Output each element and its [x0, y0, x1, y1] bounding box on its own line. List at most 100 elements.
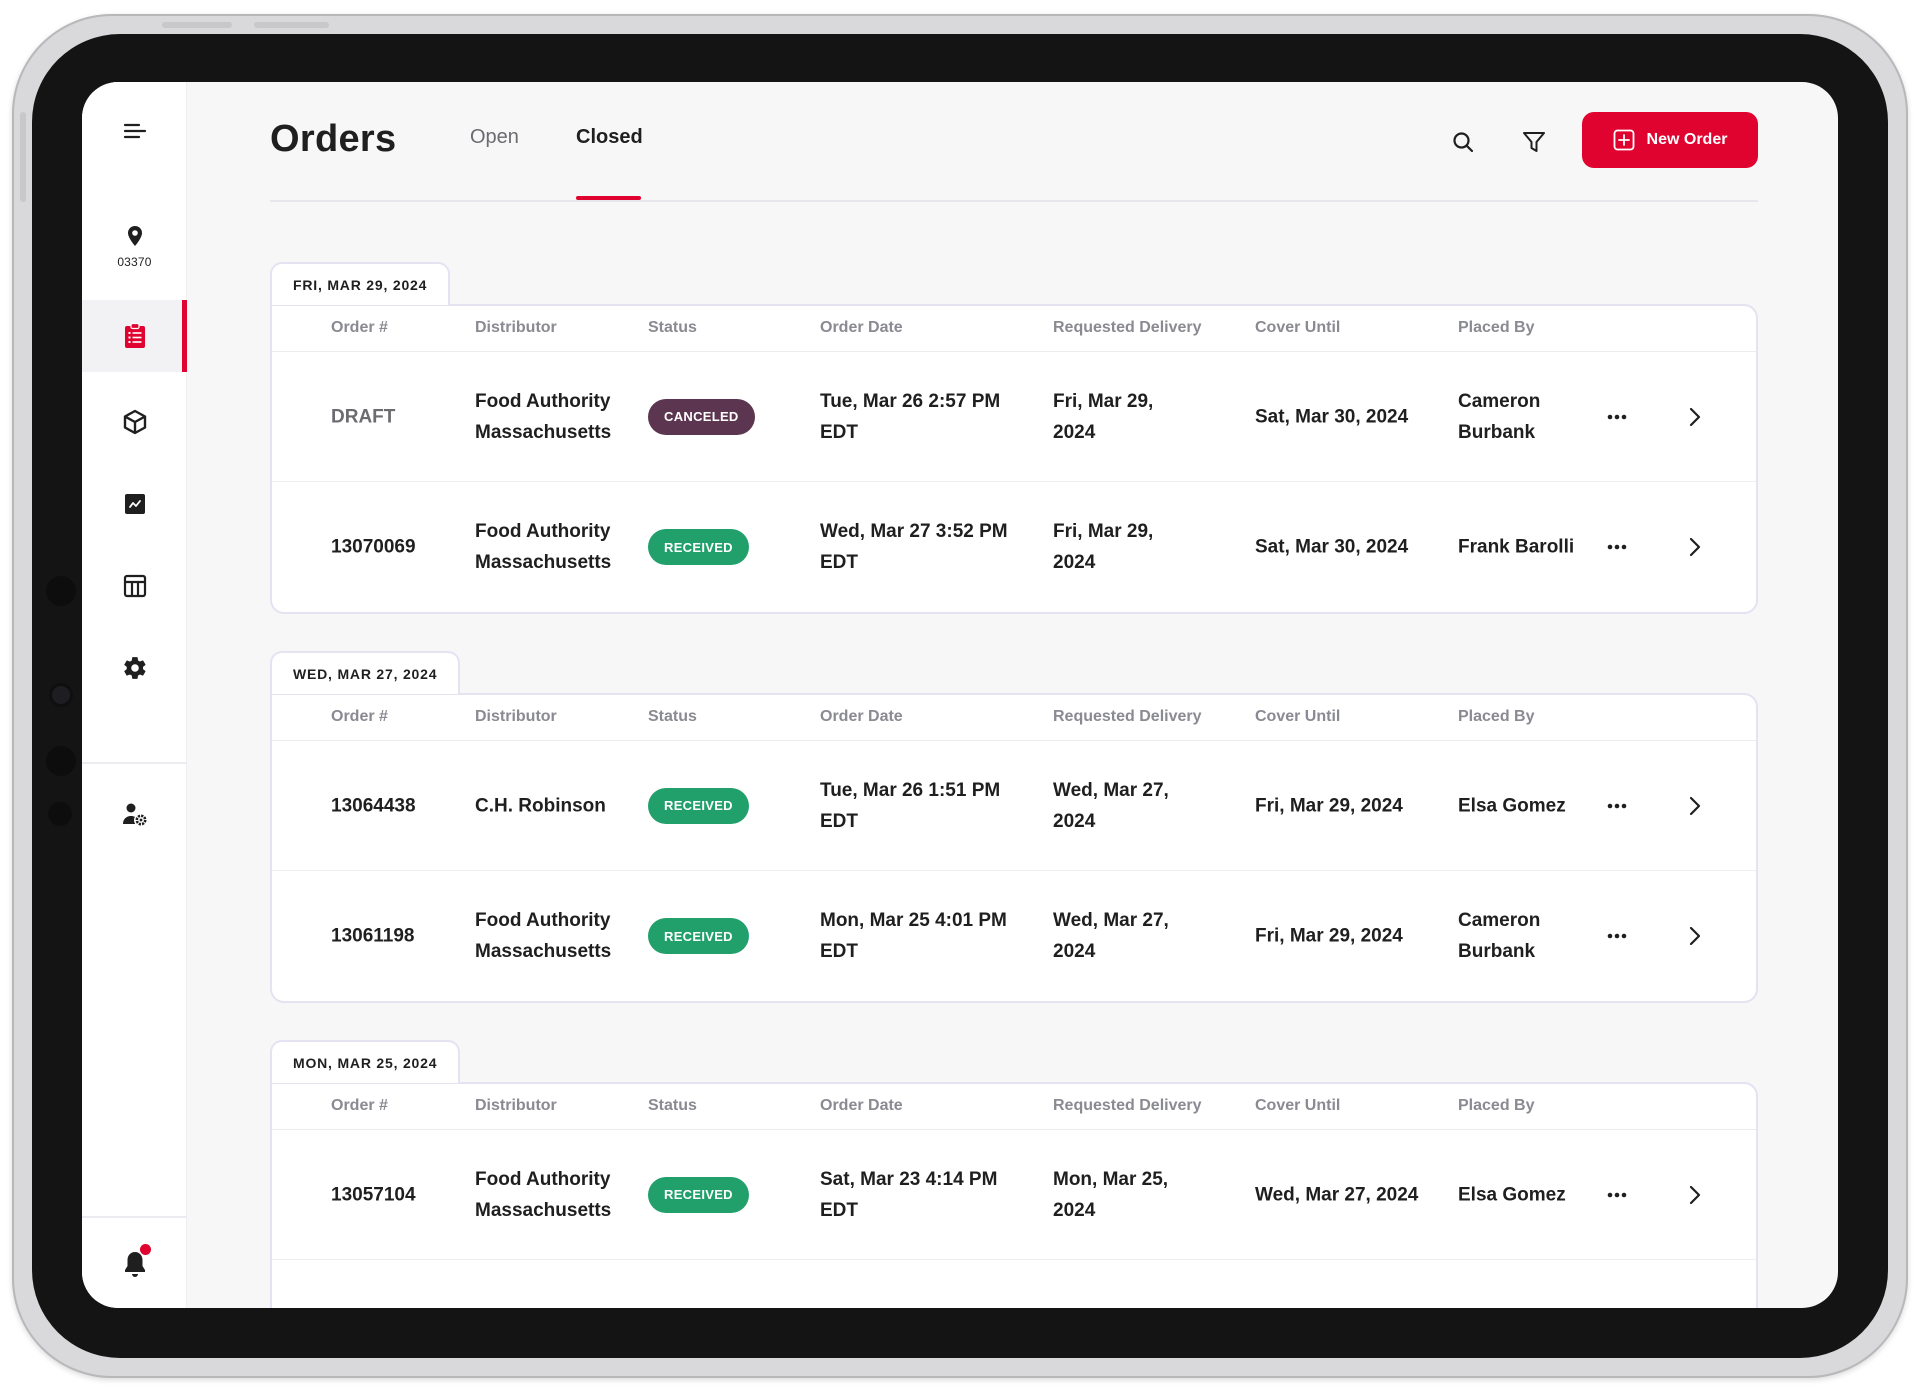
device-button	[162, 22, 232, 28]
sidebar-item-layout[interactable]	[82, 554, 187, 618]
sidebar-item-orders[interactable]	[82, 300, 187, 372]
column-header-distributor[interactable]: Distributor	[475, 1097, 557, 1115]
column-header-placed-by[interactable]: Placed By	[1458, 319, 1534, 337]
clipboard-list-icon	[124, 323, 145, 348]
requested-delivery-cell: Mon, Mar 25, 2024	[1053, 1168, 1169, 1221]
sidebar-divider	[82, 762, 187, 764]
row-more-button[interactable]	[1600, 400, 1634, 434]
column-header-requested-delivery[interactable]: Requested Delivery	[1053, 319, 1202, 337]
status-badge: RECEIVED	[648, 529, 749, 565]
more-horizontal-icon	[1607, 544, 1627, 550]
cover-until-cell: Wed, Mar 27, 2024	[1255, 1184, 1419, 1205]
plus-square-icon	[1613, 129, 1634, 151]
column-header-order-date[interactable]: Order Date	[820, 319, 903, 337]
order-number-cell: DRAFT	[331, 406, 396, 427]
table-header: Order # Distributor Status Order Date Reques…	[272, 695, 1756, 741]
column-header-requested-delivery[interactable]: Requested Delivery	[1053, 708, 1202, 726]
row-open-button[interactable]	[1678, 789, 1712, 823]
distributor-cell: C.H. Robinson	[475, 795, 606, 816]
distributor-cell: Food Authority Massachusetts	[475, 1168, 612, 1221]
row-more-button[interactable]	[1600, 789, 1634, 823]
chevron-right-icon	[1689, 537, 1701, 557]
requested-delivery-cell: Wed, Mar 27, 2024	[1053, 910, 1169, 962]
filter-icon	[1523, 132, 1545, 152]
camera	[52, 686, 70, 704]
device-button	[254, 22, 329, 28]
column-header-order-number[interactable]: Order #	[331, 1097, 388, 1115]
user-settings-button[interactable]	[82, 782, 187, 846]
chart-line-icon	[124, 494, 145, 514]
status-badge: CANCELED	[648, 398, 755, 435]
requested-delivery-cell: Wed, Mar 27, 2024	[1053, 779, 1169, 832]
order-number-cell: 13064438	[331, 795, 416, 816]
row-more-button[interactable]	[1600, 1178, 1634, 1212]
row-open-button[interactable]	[1678, 919, 1712, 953]
column-header-order-date[interactable]: Order Date	[820, 708, 903, 726]
search-button[interactable]	[1445, 124, 1481, 160]
sidebar-item-reports[interactable]	[82, 472, 187, 536]
sidebar-item-settings[interactable]	[82, 636, 187, 700]
tab-closed[interactable]: Closed	[576, 126, 643, 149]
sidebar-item-inventory[interactable]	[82, 390, 187, 454]
column-header-order-number[interactable]: Order #	[331, 708, 388, 726]
column-header-requested-delivery[interactable]: Requested Delivery	[1053, 1097, 1202, 1115]
row-open-button[interactable]	[1678, 530, 1712, 564]
table-row[interactable]: 13061198 Food Authority Massachusetts RECE…	[272, 871, 1756, 1001]
sensor	[48, 802, 72, 826]
main-content: Orders Open Closed New Order FRI, MAR 29…	[270, 82, 1838, 1308]
new-order-button[interactable]: New Order	[1582, 112, 1758, 168]
user-gear-icon	[122, 803, 146, 826]
group-date-label: FRI, MAR 29, 2024	[270, 262, 451, 305]
table-layout-icon	[123, 574, 146, 598]
requested-delivery-cell: Fri, Mar 29, 2024	[1053, 390, 1154, 443]
placed-by-cell: Elsa Gomez	[1458, 795, 1566, 816]
row-more-button[interactable]	[1600, 530, 1634, 564]
tab-open[interactable]: Open	[470, 126, 519, 149]
column-header-cover-until[interactable]: Cover Until	[1255, 1097, 1340, 1115]
cover-until-cell: Sat, Mar 30, 2024	[1255, 536, 1409, 558]
sidebar: 03370	[82, 82, 187, 1308]
table-row[interactable]: 13070069 Food Authority Massachusetts RECE…	[272, 482, 1756, 612]
order-date-cell: Sat, Mar 23 4:14 PM EDT	[820, 1168, 998, 1221]
distributor-cell: Food Authority Massachusetts	[475, 521, 612, 573]
group-date-label: WED, MAR 27, 2024	[270, 651, 461, 694]
menu-button[interactable]	[82, 102, 187, 160]
sensor	[46, 576, 76, 606]
order-number-cell: 13061198	[331, 925, 415, 947]
orders-table: Order # Distributor Status Order Date Reques…	[270, 304, 1758, 614]
notifications-button[interactable]	[82, 1232, 187, 1296]
chevron-right-icon	[1689, 926, 1701, 946]
distributor-cell: Food Authority Massachusetts	[475, 390, 612, 443]
table-header: Order # Distributor Status Order Date Reques…	[272, 306, 1756, 352]
column-header-distributor[interactable]: Distributor	[475, 319, 557, 337]
order-number-cell: 13057104	[331, 1184, 416, 1205]
new-order-label: New Order	[1646, 131, 1728, 148]
row-open-button[interactable]	[1678, 400, 1712, 434]
cover-until-cell: Fri, Mar 29, 2024	[1255, 925, 1403, 947]
location-selector[interactable]: 03370	[82, 202, 187, 292]
filter-button[interactable]	[1516, 124, 1552, 160]
menu-icon	[123, 123, 146, 139]
column-header-cover-until[interactable]: Cover Until	[1255, 319, 1340, 337]
row-more-button[interactable]	[1600, 919, 1634, 953]
column-header-status[interactable]: Status	[648, 319, 697, 337]
column-header-order-number[interactable]: Order #	[331, 319, 388, 337]
column-header-placed-by[interactable]: Placed By	[1458, 1097, 1534, 1115]
column-header-placed-by[interactable]: Placed By	[1458, 708, 1534, 726]
more-horizontal-icon	[1607, 933, 1627, 939]
device-button	[20, 112, 26, 202]
row-open-button[interactable]	[1678, 1178, 1712, 1212]
table-row[interactable]: 13057104 Food Authority Massachusetts RECE…	[272, 1130, 1756, 1260]
sensor	[46, 746, 76, 776]
table-row[interactable]: DRAFT Food Authority Massachusetts CANCELE…	[272, 352, 1756, 482]
orders-table: Order # Distributor Status Order Date Reques…	[270, 693, 1758, 1003]
table-row[interactable]: Sat, Mar 23 1:53 PMMon, Mar 25,	[272, 1260, 1756, 1308]
column-header-status[interactable]: Status	[648, 1097, 697, 1115]
order-date-cell: Mon, Mar 25 4:01 PM EDT	[820, 910, 1007, 962]
column-header-status[interactable]: Status	[648, 708, 697, 726]
column-header-cover-until[interactable]: Cover Until	[1255, 708, 1340, 726]
order-date-cell: Wed, Mar 27 3:52 PM EDT	[820, 521, 1008, 573]
table-row[interactable]: 13064438 C.H. Robinson RECEIVED Tue, Mar 26…	[272, 741, 1756, 871]
column-header-order-date[interactable]: Order Date	[820, 1097, 903, 1115]
column-header-distributor[interactable]: Distributor	[475, 708, 557, 726]
